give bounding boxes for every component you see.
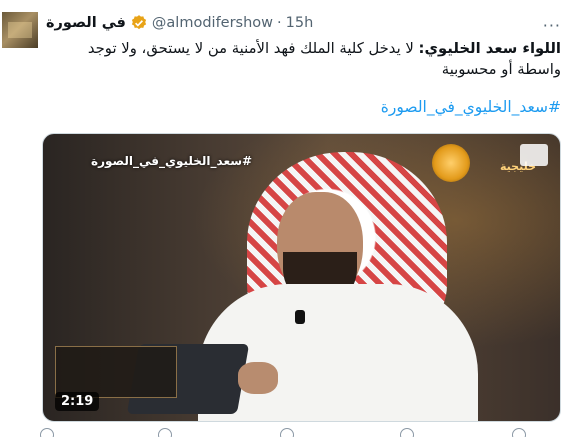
channel-logo-icon bbox=[432, 144, 470, 182]
action-bar bbox=[40, 428, 540, 437]
timestamp[interactable]: 15h bbox=[286, 15, 314, 31]
share-icon[interactable] bbox=[512, 428, 526, 437]
video-frame-mic bbox=[295, 310, 305, 324]
expand-icon[interactable] bbox=[520, 144, 548, 166]
views-icon[interactable] bbox=[400, 428, 414, 437]
tweet-text: اللواء سعد الخليوي: لا يدخل كلية الملك ف… bbox=[46, 38, 561, 80]
display-name[interactable]: في الصورة bbox=[46, 15, 126, 31]
like-icon[interactable] bbox=[280, 428, 294, 437]
tweet-text-bold: اللواء سعد الخليوي: bbox=[418, 40, 561, 57]
tweet[interactable]: في الصورة @almodifershow · 15h ··· اللوا… bbox=[0, 0, 581, 437]
more-icon[interactable]: ··· bbox=[543, 16, 561, 35]
video-frame-hand bbox=[238, 362, 278, 394]
retweet-icon[interactable] bbox=[158, 428, 172, 437]
video-player[interactable]: #سعد_الخليوي_في_الصورة خليجية 2:19 bbox=[42, 133, 561, 422]
separator: · bbox=[277, 15, 282, 31]
tweet-header: في الصورة @almodifershow · 15h bbox=[46, 12, 313, 34]
video-frame-show-logo bbox=[55, 346, 177, 398]
handle[interactable]: @almodifershow bbox=[152, 15, 273, 31]
hashtag-link[interactable]: #سعد_الخليوي_في_الصورة bbox=[46, 98, 561, 116]
avatar[interactable] bbox=[2, 12, 38, 48]
reply-icon[interactable] bbox=[40, 428, 54, 437]
video-duration: 2:19 bbox=[55, 392, 100, 411]
video-overlay-hashtag: #سعد_الخليوي_في_الصورة bbox=[91, 154, 253, 168]
verified-badge-icon bbox=[131, 15, 147, 30]
